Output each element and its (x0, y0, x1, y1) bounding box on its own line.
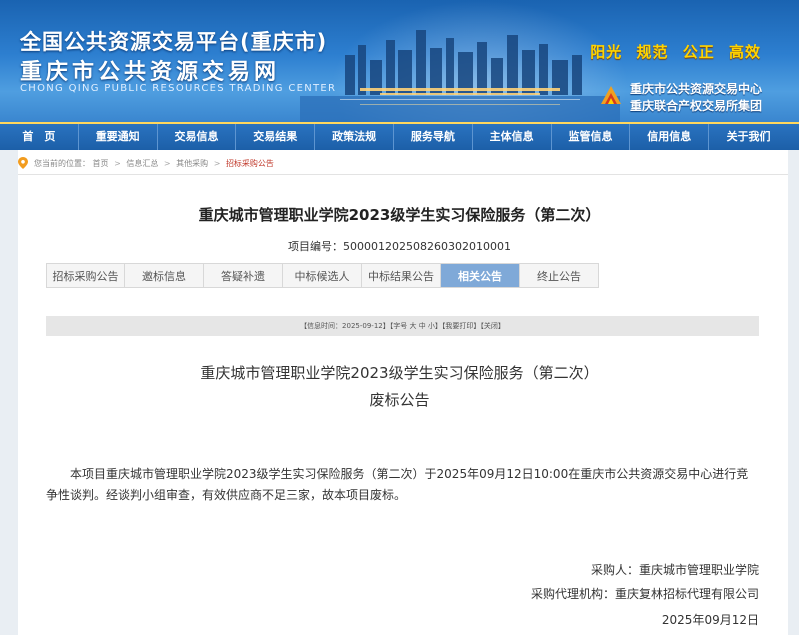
org-logo-icon (601, 86, 621, 104)
breadcrumb-link-summary[interactable]: 信息汇总 (126, 159, 158, 168)
tab-qa-addendum[interactable]: 答疑补遗 (204, 263, 283, 288)
org-name-center: 重庆市公共资源交易中心 (630, 82, 763, 96)
slogan-item: 高效 (728, 43, 761, 61)
announcement-tabs: 招标采购公告 邀标信息 答疑补遗 中标候选人 中标结果公告 相关公告 终止公告 (46, 263, 599, 288)
breadcrumb-separator: > (163, 159, 171, 168)
tab-related-announcement[interactable]: 相关公告 (441, 263, 520, 288)
site-title-chongqing: 重庆市公共资源交易网 (20, 60, 281, 85)
project-code: 项目编号：500001202508260302010001 (288, 240, 511, 253)
nav-policies[interactable]: 政策法规 (315, 124, 394, 150)
site-title-english: CHONG QING PUBLIC RESOURCES TRADING CENT… (20, 83, 337, 94)
nav-home[interactable]: 首 页 (0, 124, 79, 150)
location-pin-icon (18, 157, 28, 169)
agent-line: 采购代理机构：重庆复林招标代理有限公司 (530, 587, 759, 601)
breadcrumb-separator: > (114, 159, 121, 168)
tab-bid-candidates[interactable]: 中标候选人 (283, 263, 362, 288)
info-bar[interactable]: 【信息时间：2025-09-12】【字号 大 中 小】【我要打印】【关闭】 (46, 316, 759, 336)
tab-invitation-info[interactable]: 邀标信息 (125, 263, 204, 288)
breadcrumb-divider (18, 174, 788, 175)
nav-entity-info[interactable]: 主体信息 (473, 124, 552, 150)
tab-tender-announcement[interactable]: 招标采购公告 (46, 263, 125, 288)
nav-service-guide[interactable]: 服务导航 (394, 124, 473, 150)
doc-subtitle: 废标公告 (369, 391, 430, 409)
nav-about[interactable]: 关于我们 (709, 124, 788, 150)
breadcrumb-link-other-procurement[interactable]: 其他采购 (176, 159, 208, 168)
breadcrumb-current[interactable]: 招标采购公告 (226, 159, 274, 168)
site-title-national: 全国公共资源交易平台(重庆市) (20, 30, 328, 54)
tab-award-result[interactable]: 中标结果公告 (362, 263, 441, 288)
purchaser-line: 采购人：重庆城市管理职业学院 (590, 563, 759, 577)
slogan: 阳光 规范 公正 高效 (582, 41, 761, 62)
breadcrumb-separator: > (213, 159, 221, 168)
doc-title: 重庆城市管理职业学院2023级学生实习保险服务（第二次） (200, 364, 599, 382)
tab-termination[interactable]: 终止公告 (520, 263, 599, 288)
slogan-item: 公正 (682, 43, 715, 61)
nav-supervision[interactable]: 监管信息 (552, 124, 631, 150)
org-name-group: 重庆联合产权交易所集团 (630, 99, 763, 113)
nav-notices[interactable]: 重要通知 (79, 124, 158, 150)
nav-trade-info[interactable]: 交易信息 (158, 124, 237, 150)
breadcrumb-link-home[interactable]: 首页 (93, 159, 109, 168)
doc-date: 2025年09月12日 (661, 613, 759, 627)
site-header: 全国公共资源交易平台(重庆市) 重庆市公共资源交易网 CHONG QING PU… (0, 0, 799, 122)
slogan-item: 阳光 (590, 43, 623, 61)
main-nav: 首 页 重要通知 交易信息 交易结果 政策法规 服务导航 主体信息 监管信息 信… (0, 122, 799, 150)
nav-credit[interactable]: 信用信息 (630, 124, 710, 150)
breadcrumb: 您当前的位置： 首页 > 信息汇总 > 其他采购 > 招标采购公告 (18, 156, 788, 170)
breadcrumb-prefix: 您当前的位置： (34, 159, 90, 168)
nav-trade-results[interactable]: 交易结果 (236, 124, 316, 150)
project-title: 重庆城市管理职业学院2023级学生实习保险服务（第二次） (198, 206, 601, 224)
slogan-item: 规范 (636, 43, 669, 61)
doc-body: 本项目重庆城市管理职业学院2023级学生实习保险服务（第二次）于2025年09月… (46, 467, 749, 502)
